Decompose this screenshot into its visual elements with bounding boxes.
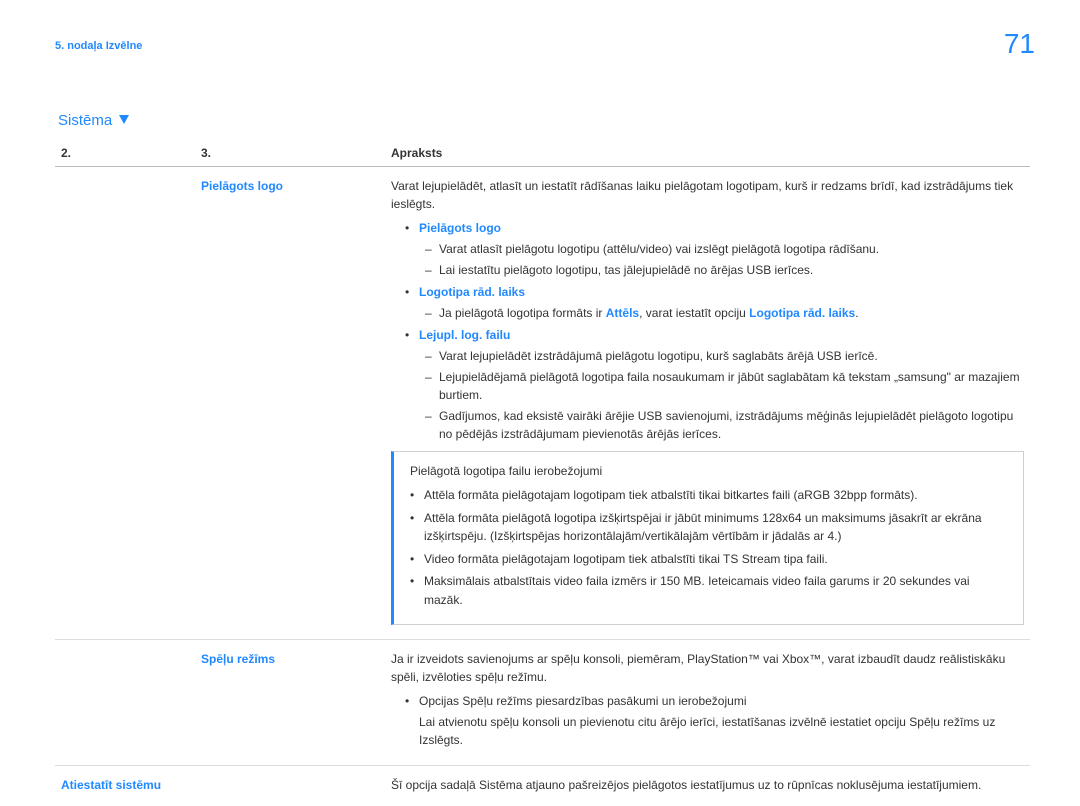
feature-name[interactable]: Pielāgots logo [201,179,283,193]
inline-link[interactable]: Logotipa rād. laiks [749,306,855,320]
chapter-breadcrumb[interactable]: 5. nodaļa Izvēlne [55,40,142,52]
subhead-link[interactable]: Lejupl. log. failu [419,328,510,342]
note-text: Lai atvienotu spēļu konsoli un pievienot… [419,713,1024,749]
feature-name[interactable]: Spēļu režīms [201,652,275,666]
table-header-col1: 2. [55,140,195,167]
section-heading[interactable]: Sistēma [58,112,129,129]
list-item: Lejupielādējamā pielāgotā logotipa faila… [425,368,1024,404]
feature-intro: Ja ir izveidots savienojums ar spēļu kon… [391,650,1024,686]
list-item: Ja pielāgotā logotipa formāts ir Attēls,… [425,304,1024,322]
list-item: Lejupl. log. failu Varat lejupielādēt iz… [401,326,1024,443]
list-item: Lai iestatītu pielāgoto logotipu, tas jā… [425,261,1024,279]
list-item: Gadījumos, kad eksistē vairāki ārējie US… [425,407,1024,443]
feature-intro: Šī opcija sadaļā Sistēma atjauno pašreiz… [391,776,1024,794]
table-row: Pielāgots logo Varat lejupielādēt, atlas… [55,167,1030,640]
subhead-link[interactable]: Pielāgots logo [419,221,501,235]
subhead-link[interactable]: Logotipa rād. laiks [419,285,525,299]
list-item: Varat atlasīt pielāgotu logotipu (attēlu… [425,240,1024,258]
info-box-title: Pielāgotā logotipa failu ierobežojumi [410,462,1009,480]
list-item: Opcijas Spēļu režīms piesardzības pasāku… [401,692,1024,749]
content-table: 2. 3. Apraksts Pielāgots logo Varat leju… [55,140,1030,806]
list-item: Maksimālais atbalstītais video faila izm… [410,572,1009,609]
list-item: Logotipa rād. laiks Ja pielāgotā logotip… [401,283,1024,322]
section-title-text: Sistēma [58,112,112,129]
info-box: Pielāgotā logotipa failu ierobežojumi At… [391,451,1024,625]
list-item: Pielāgots logo Varat atlasīt pielāgotu l… [401,219,1024,279]
inline-link[interactable]: Attēls [606,306,639,320]
feature-name[interactable]: Atiestatīt sistēmu [61,778,161,792]
chevron-down-icon [119,115,129,124]
table-row: Spēļu režīms Ja ir izveidots savienojums… [55,639,1030,765]
list-item: Video formāta pielāgotajam logotipam tie… [410,550,1009,569]
list-item: Varat lejupielādēt izstrādājumā pielāgot… [425,347,1024,365]
list-item: Attēla formāta pielāgotajam logotipam ti… [410,486,1009,505]
table-header-col3: Apraksts [385,140,1030,167]
list-item: Attēla formāta pielāgotā logotipa izšķir… [410,509,1009,546]
table-row: Atiestatīt sistēmu Šī opcija sadaļā Sist… [55,765,1030,806]
feature-intro: Varat lejupielādēt, atlasīt un iestatīt … [391,177,1024,213]
page-number: 71 [1004,28,1035,60]
table-header-col2: 3. [195,140,385,167]
